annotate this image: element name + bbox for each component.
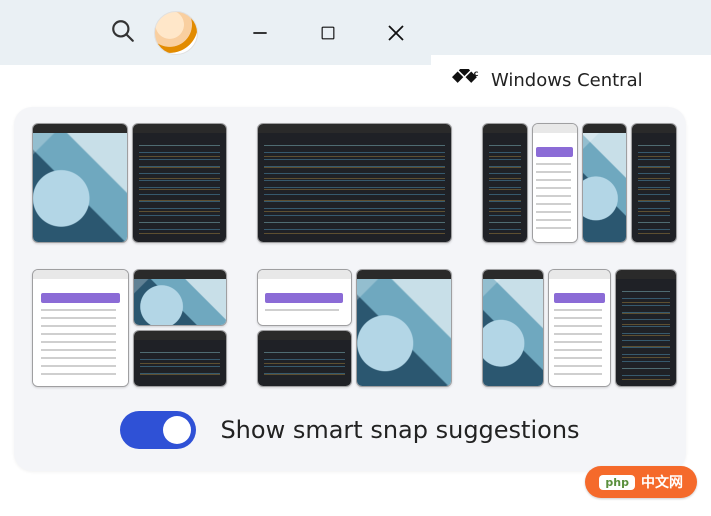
watermark-suffix: 中文网 [641,472,683,492]
snap-layout-50-50[interactable] [32,123,227,243]
avatar[interactable] [154,11,198,55]
snap-layout-stacked-50r[interactable] [257,269,452,387]
brand-corner: C Windows Central [431,55,711,105]
watermark-badge: php 中文网 [585,466,697,498]
windows-central-logo-icon: C [449,69,481,91]
smart-snap-toggle[interactable] [120,411,196,449]
smart-snap-toggle-label: Show smart snap suggestions [220,416,579,444]
snap-layout-50l-stacked[interactable] [32,269,227,387]
brand-text: Windows Central [491,70,643,91]
snap-layout-four-up[interactable] [482,123,677,243]
snap-layout-full[interactable] [257,123,452,243]
minimize-button[interactable] [226,0,294,65]
snap-layout-thirds[interactable] [482,269,677,387]
snap-layouts-grid [32,123,668,387]
search-icon[interactable] [110,18,136,48]
close-button[interactable] [362,0,430,65]
maximize-button[interactable] [294,0,362,65]
svg-text:C: C [474,70,479,78]
snap-layouts-flyout: Show smart snap suggestions [14,107,686,471]
watermark-brand: php [599,475,635,490]
